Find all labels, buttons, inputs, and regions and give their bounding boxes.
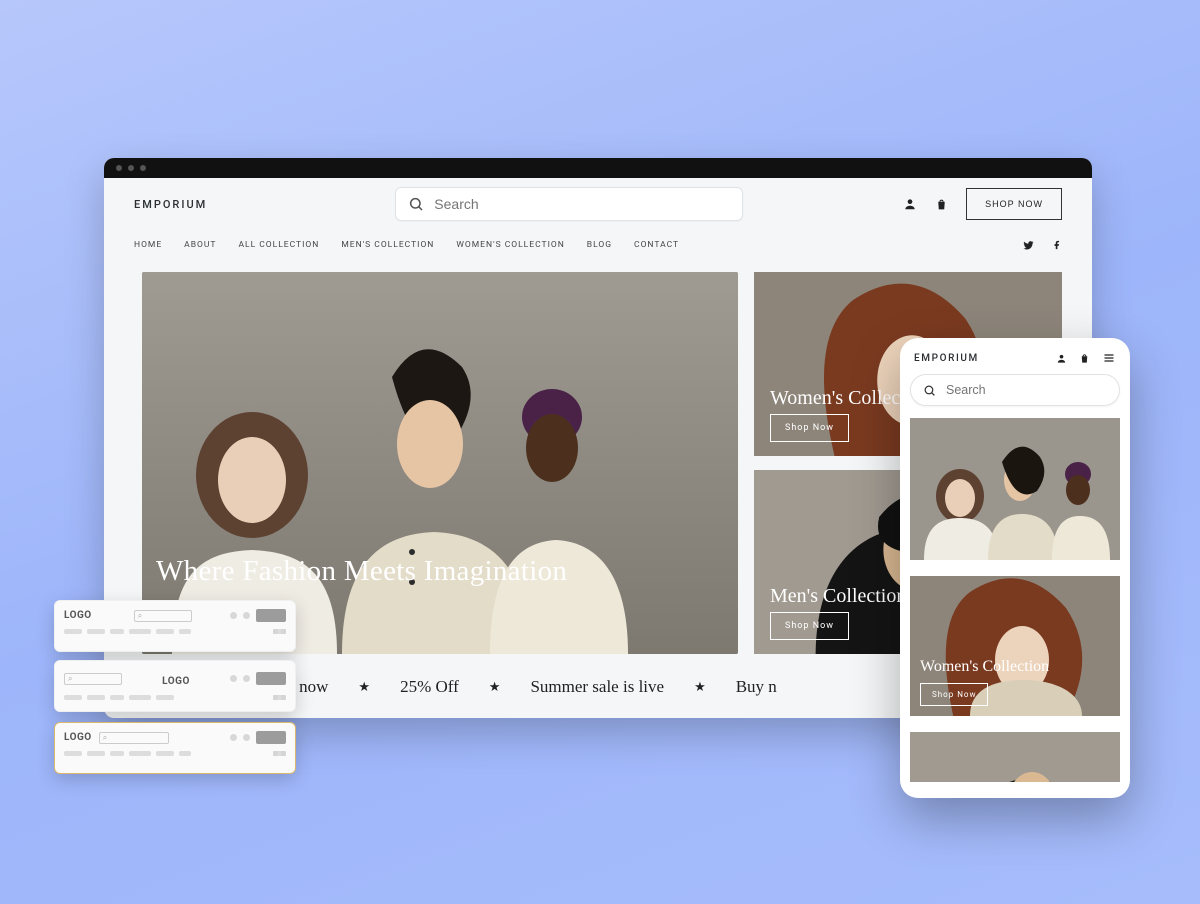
hero-title: Where Fashion Meets Imagination <box>156 555 567 588</box>
wire-logo: LOGO <box>64 610 92 621</box>
shop-now-button[interactable]: SHOP NOW <box>966 188 1062 220</box>
search-input[interactable] <box>434 196 730 212</box>
hero-banner[interactable]: Where Fashion Meets Imagination <box>142 272 738 654</box>
nav-all-collection[interactable]: ALL COLLECTION <box>238 240 319 250</box>
bag-icon[interactable] <box>1079 353 1090 364</box>
facebook-icon[interactable] <box>1052 240 1062 251</box>
bag-icon[interactable] <box>935 198 948 211</box>
mobile-search-bar[interactable] <box>910 374 1120 406</box>
header-actions: SHOP NOW <box>903 188 1062 220</box>
nav-mens-collection[interactable]: MEN'S COLLECTION <box>341 240 434 250</box>
marquee-item: 25% Off <box>400 677 459 697</box>
traffic-light-dot <box>116 165 122 171</box>
site-header: EMPORIUM SHOP NOW <box>104 178 1092 230</box>
star-icon: ★ <box>358 679 370 695</box>
layout-option-3-selected[interactable]: LOGO ⌕ <box>54 722 296 774</box>
mobile-logo[interactable]: EMPORIUM <box>914 353 979 364</box>
shop-now-button[interactable]: Shop Now <box>770 612 849 640</box>
layout-option-2[interactable]: ⌕ LOGO <box>54 660 296 712</box>
card-title: Men's Collection <box>770 585 906 608</box>
marquee-item: Buy n <box>736 677 777 697</box>
account-icon[interactable] <box>1056 353 1067 364</box>
search-bar[interactable] <box>395 187 743 221</box>
main-nav: HOME ABOUT ALL COLLECTION MEN'S COLLECTI… <box>104 230 1092 260</box>
menu-icon[interactable] <box>1102 352 1116 364</box>
mobile-womens-card[interactable]: Women's Collection Shop Now <box>910 576 1120 716</box>
wire-logo: LOGO <box>64 732 92 743</box>
wire-search: ⌕ <box>99 732 169 744</box>
star-icon: ★ <box>694 679 706 695</box>
mobile-hero-card[interactable] <box>910 418 1120 560</box>
wire-logo: LOGO <box>162 676 190 687</box>
wire-search: ⌕ <box>134 610 192 622</box>
nav-about[interactable]: ABOUT <box>184 240 216 250</box>
shop-now-button[interactable]: Shop Now <box>770 414 849 442</box>
search-icon <box>408 196 424 212</box>
mobile-mens-card-peek[interactable] <box>910 732 1120 782</box>
account-icon[interactable] <box>903 197 917 211</box>
twitter-icon[interactable] <box>1023 240 1034 251</box>
traffic-light-dot <box>128 165 134 171</box>
layout-option-1[interactable]: LOGO ⌕ <box>54 600 296 652</box>
nav-womens-collection[interactable]: WOMEN'S COLLECTION <box>456 240 564 250</box>
search-icon <box>923 384 936 397</box>
star-icon: ★ <box>489 679 501 695</box>
site-logo[interactable]: EMPORIUM <box>134 198 207 211</box>
mobile-header: EMPORIUM <box>900 338 1130 374</box>
mobile-preview: EMPORIUM <box>900 338 1130 798</box>
shop-now-button[interactable]: Shop Now <box>920 683 988 706</box>
traffic-light-dot <box>140 165 146 171</box>
marquee-item: Summer sale is live <box>530 677 664 697</box>
card-title: Women's Collection <box>920 658 1049 676</box>
browser-titlebar <box>104 158 1092 178</box>
nav-contact[interactable]: CONTACT <box>634 240 679 250</box>
wire-search: ⌕ <box>64 673 122 685</box>
nav-home[interactable]: HOME <box>134 240 162 250</box>
nav-blog[interactable]: BLOG <box>587 240 612 250</box>
mobile-search-input[interactable] <box>946 383 1107 397</box>
